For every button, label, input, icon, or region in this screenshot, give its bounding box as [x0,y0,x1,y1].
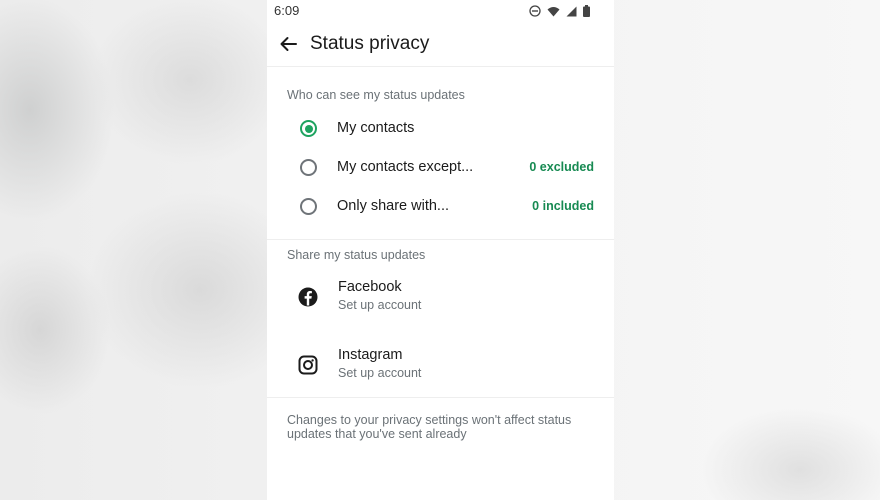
section-header-share-updates: Share my status updates [287,248,426,262]
account-name: Instagram [338,347,403,363]
option-label: Only share with... [337,198,450,214]
option-label: My contacts except... [337,159,474,175]
do-not-disturb-icon [529,4,541,22]
arrow-back-icon[interactable] [277,33,299,55]
account-row-instagram[interactable]: Instagram Set up account [267,344,614,388]
radio-selected-icon[interactable] [300,120,317,137]
option-my-contacts[interactable]: My contacts [267,110,614,146]
radio-unselected-icon[interactable] [300,198,317,215]
account-subtitle: Set up account [338,366,422,380]
account-name: Facebook [338,279,402,295]
section-divider [267,397,614,398]
wifi-icon [547,4,560,22]
status-bar: 6:09 [267,0,614,22]
page-title: Status privacy [310,33,430,54]
option-my-contacts-except[interactable]: My contacts except... 0 excluded [267,149,614,185]
option-label: My contacts [337,120,415,136]
section-header-who-can-see: Who can see my status updates [287,88,465,102]
account-subtitle: Set up account [338,298,422,312]
privacy-note: Changes to your privacy settings won't a… [287,413,572,441]
status-icons [529,4,590,22]
phone-screen: 6:09 Status privacy Who can see my statu… [267,0,614,500]
signal-icon [566,4,577,22]
excluded-count: 0 excluded [529,160,594,174]
account-row-facebook[interactable]: Facebook Set up account [267,276,614,320]
app-bar: Status privacy [267,22,614,67]
facebook-icon [297,286,319,308]
battery-icon [583,4,590,22]
instagram-icon [297,354,319,376]
included-count: 0 included [532,199,594,213]
status-time: 6:09 [274,3,300,18]
option-only-share-with[interactable]: Only share with... 0 included [267,188,614,224]
radio-unselected-icon[interactable] [300,159,317,176]
section-divider [267,239,614,240]
